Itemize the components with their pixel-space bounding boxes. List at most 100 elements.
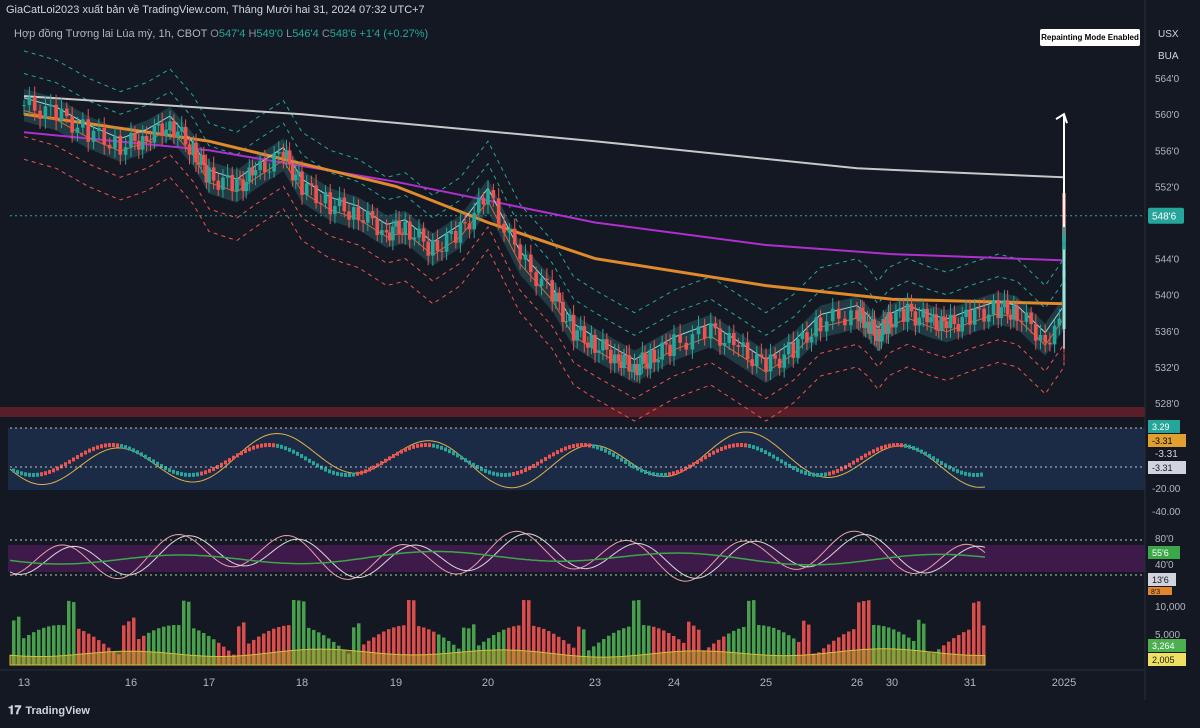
osc1-candle [604,448,607,453]
candle-body [183,126,188,145]
osc1-candle [88,448,91,453]
osc1-candle [600,446,603,451]
candle-body [309,183,314,186]
osc1-candle [964,471,967,476]
osc1-candle [280,444,283,449]
osc1-candle [48,469,51,474]
osc1-candle [548,454,551,459]
time-tick-label: 16 [125,677,137,689]
osc1-candle [168,468,171,473]
tradingview-logo[interactable]: 𝟏𝟕 TradingView [8,703,90,718]
osc1-candle [556,450,559,455]
osc1-candle [564,446,567,451]
candle-body [977,308,982,310]
osc1-candle [140,452,143,457]
osc1-candle [68,459,71,464]
osc1-candle [712,450,715,455]
candle-body [129,132,133,148]
chart-stage[interactable]: 564'0 560'0 556'0 552'0 544'0 540'0 536'0 532'0… [0,0,1200,723]
candle-body [449,230,453,234]
candle-body [545,278,549,281]
candle-body [648,349,653,369]
candle-body [22,105,26,107]
volume-tick-10000: 10,000 [1155,602,1186,613]
time-tick-label: 17 [203,677,215,689]
candle-body [905,303,910,322]
osc1-candle [880,445,883,450]
candle-body [328,192,332,215]
candle-body [597,350,601,353]
osc1-candle [356,471,359,476]
osc1-tick-mid: -3.31 [1155,449,1178,460]
candle-body [898,308,902,312]
osc1-candle [124,445,127,450]
osc1-candle [872,449,875,454]
candle-body [152,125,157,143]
candle-body [593,335,597,353]
candle-body [952,314,957,324]
osc1-candle [448,449,451,454]
osc1-candle [452,451,455,456]
candle-body [102,127,107,145]
osc1-candle [324,467,327,472]
osc1-candle [776,456,779,461]
candle-body [690,334,695,350]
candle-body [1029,312,1033,324]
osc1-candle [44,471,47,476]
osc1-candle [692,462,695,467]
osc1-candle [36,472,39,477]
candle-body [921,308,925,318]
chart-svg[interactable]: 564'0 560'0 556'0 552'0 544'0 540'0 536'0 532'0… [0,0,1200,723]
osc1-candle [404,447,407,452]
osc1-candle [128,446,131,451]
candle-body [764,357,768,372]
osc1-candle [172,469,175,474]
candle-body [123,147,128,155]
osc1-candle [672,471,675,476]
candle-body [553,292,558,302]
candle-body [176,131,180,138]
osc1-candle [156,461,159,466]
tradingview-logo-text: TradingView [25,705,90,717]
candle-body [179,126,184,132]
osc2-tick-40: 40'0 [1155,560,1174,571]
candle-body [168,121,172,130]
candle-body [684,342,689,350]
osc1-candle [440,445,443,450]
candle-body [342,197,347,212]
osc1-candle [76,455,79,460]
candle-body [380,230,384,235]
candle-body [791,342,796,358]
candle-body [637,364,642,376]
candle-body [211,167,216,181]
unit-label[interactable]: BUA [1158,51,1179,62]
candle-body [481,197,486,205]
candle-body [27,96,32,106]
candle-body [578,326,583,331]
osc1-candle [756,446,759,451]
osc1-candle [32,472,35,477]
osc1-candle [916,447,919,452]
candle-body [187,144,192,155]
osc1-candle [16,470,19,475]
symbol-ohlc-line: Hợp đồng Tương lai Lúa mỳ, 1h, CBOT O547… [14,28,428,40]
candle-body [319,203,323,205]
candle-body [755,354,759,367]
candle-body [796,339,800,358]
currency-label[interactable]: USX [1158,29,1179,40]
osc1-candle [500,472,503,477]
osc1-candle [524,468,527,473]
osc1-candle [860,455,863,460]
osc1-candle [628,462,631,467]
current-price-label: 548'6 [1152,212,1177,223]
candle-body [948,314,953,329]
candle-body [238,178,242,180]
osc1-candle [852,460,855,465]
candle-body [727,333,731,343]
candle-body [917,317,922,326]
osc1-candle [784,461,787,466]
candle-body [890,323,894,328]
osc1-candle [408,446,411,451]
candle-body [207,167,211,183]
osc1-candle [72,457,75,462]
